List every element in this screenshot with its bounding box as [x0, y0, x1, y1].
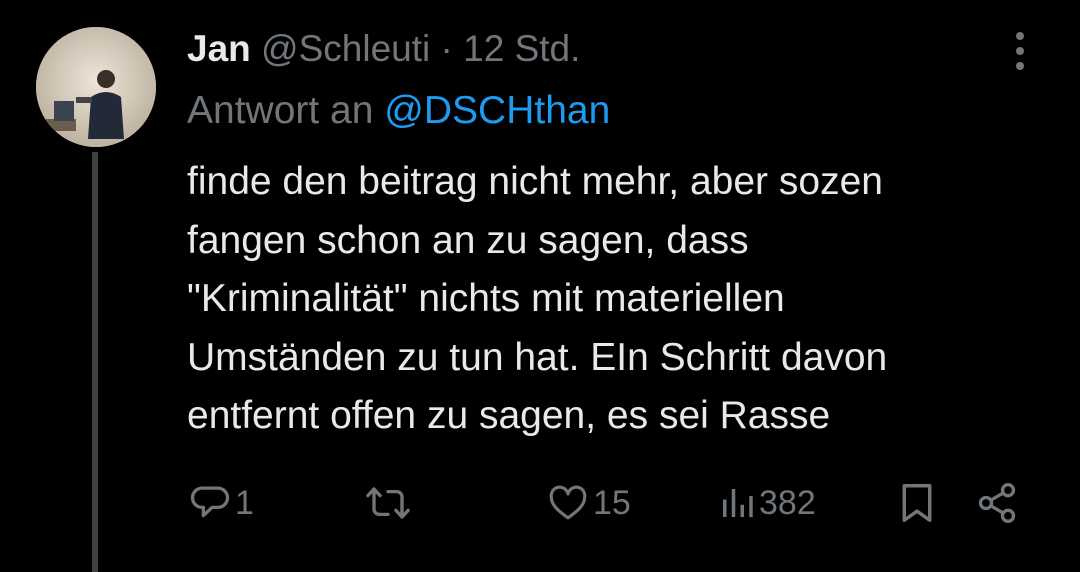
views-icon — [723, 489, 753, 517]
views-button[interactable]: 382 — [719, 476, 816, 530]
views-count: 382 — [759, 483, 816, 522]
avatar-image — [36, 27, 156, 147]
tweet-text: finde den beitrag nicht mehr, aber sozen… — [187, 153, 1057, 446]
bookmark-button[interactable] — [897, 476, 937, 530]
header-separator: · — [440, 28, 453, 69]
reply-mention[interactable]: @DSCHthan — [384, 89, 610, 132]
tweet-text-line: fangen schon an zu sagen, dass — [187, 218, 749, 262]
like-count: 15 — [593, 483, 631, 522]
author-handle[interactable]: @Schleuti — [261, 28, 430, 69]
tweet-text-line: "Kriminalität" nichts mit materiellen — [187, 277, 785, 320]
tweet-header: Jan @Schleuti · 12 Std. — [187, 27, 580, 71]
reply-icon — [190, 486, 230, 518]
share-button[interactable] — [975, 476, 1019, 530]
reply-context: Antwort an @DSCHthan — [187, 88, 610, 134]
avatar[interactable] — [36, 27, 156, 147]
tweet-text-line: Umständen zu tun hat. EIn Schritt davon — [187, 335, 888, 379]
author-name[interactable]: Jan — [187, 28, 251, 69]
reply-count: 1 — [235, 483, 254, 522]
retweet-icon — [366, 487, 410, 519]
reply-prefix: Antwort an — [187, 89, 374, 132]
bookmark-icon — [902, 484, 932, 522]
thread-line — [92, 152, 98, 572]
share-icon — [978, 483, 1016, 523]
tweet-text-line: finde den beitrag nicht mehr, aber sozen — [187, 160, 883, 203]
like-button[interactable]: 15 — [547, 476, 631, 530]
retweet-button[interactable] — [365, 476, 415, 530]
tweet-time[interactable]: 12 Std. — [463, 28, 580, 69]
action-bar: 1 15 382 — [187, 476, 1047, 530]
reply-button[interactable]: 1 — [189, 476, 254, 530]
like-icon — [549, 485, 587, 520]
more-vertical-icon[interactable] — [1000, 28, 1040, 74]
tweet-text-line: entfernt offen zu sagen, es sei Rasse — [187, 394, 831, 437]
